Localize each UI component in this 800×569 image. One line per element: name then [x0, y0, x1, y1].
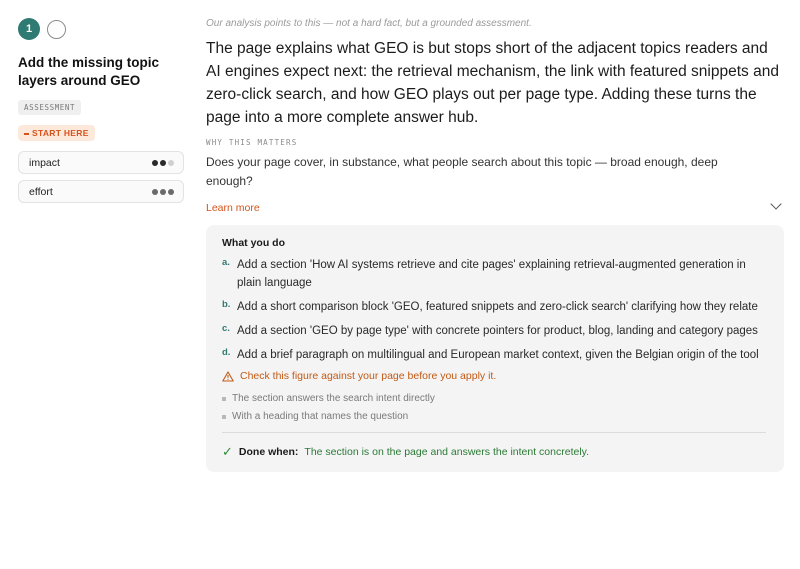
criteria-list: The section answers the search intent di… — [222, 390, 766, 426]
level-dot — [168, 188, 174, 195]
divider — [222, 432, 766, 433]
effort-dots — [152, 188, 174, 195]
impact-dots — [152, 159, 174, 166]
done-when-row: ✓ Done when: The section is on the page … — [222, 444, 766, 460]
step-letter: a. — [222, 257, 230, 268]
impact-meter: impact — [18, 151, 184, 174]
step-text: Add a brief paragraph on multilingual an… — [237, 349, 759, 361]
complete-checkbox[interactable] — [47, 19, 66, 39]
why-text: Does your page cover, in substance, what… — [206, 155, 718, 188]
learn-more-row[interactable]: Learn more — [206, 198, 784, 214]
step-letter: b. — [222, 299, 231, 310]
list-item: With a heading that names the question — [222, 408, 766, 426]
start-here-badge: START HERE — [18, 125, 95, 141]
step-text: Add a section 'GEO by page type' with co… — [237, 325, 758, 337]
criteria-text: The section answers the search intent di… — [232, 393, 435, 404]
why-heading: WHY THIS MATTERS — [206, 138, 298, 147]
meter-label-effort: effort — [29, 185, 53, 198]
step-text: Add a section 'How AI systems retrieve a… — [237, 259, 746, 289]
list-item: c. Add a section 'GEO by page type' with… — [222, 322, 766, 340]
list-item: b. Add a short comparison block 'GEO, fe… — [222, 298, 766, 316]
bullet-icon — [222, 415, 226, 419]
bullet-icon — [222, 397, 226, 401]
assessment-badge: ASSESSMENT — [18, 100, 82, 115]
card-title: Add the missing topic layers around GEO — [18, 55, 160, 88]
start-here-label: START HERE — [32, 128, 89, 138]
level-dot — [160, 159, 166, 166]
lead-paragraph: The page explains what GEO is but stops … — [206, 40, 779, 126]
step-text: Add a short comparison block 'GEO, featu… — [237, 301, 758, 313]
list-item: d. Add a brief paragraph on multilingual… — [222, 346, 766, 364]
action-box-title: What you do — [222, 237, 285, 249]
check-icon: ✓ — [222, 444, 233, 459]
action-box: What you do a. Add a section 'How AI sys… — [206, 225, 784, 472]
done-label: Done when: — [238, 446, 299, 458]
step-header: 1 — [18, 18, 184, 40]
step-number-badge: 1 — [18, 18, 40, 40]
detail-panel: Our analysis points to this — not a hard… — [206, 18, 784, 472]
meter-label-impact: impact — [29, 156, 60, 169]
warning-text: Check this figure against your page befo… — [240, 370, 497, 382]
warning-note: Check this figure against your page befo… — [222, 370, 766, 382]
criteria-text: With a heading that names the question — [232, 411, 409, 422]
step-letter: d. — [222, 347, 231, 358]
list-item: a. Add a section 'How AI systems retriev… — [222, 256, 766, 292]
done-text: The section is on the page and answers t… — [304, 446, 590, 458]
level-dot — [168, 159, 174, 166]
chevron-down-icon[interactable] — [770, 198, 782, 210]
warning-icon — [222, 370, 234, 382]
level-dot — [160, 188, 166, 195]
learn-more-link[interactable]: Learn more — [206, 202, 260, 214]
effort-meter: effort — [18, 180, 184, 203]
action-steps: a. Add a section 'How AI systems retriev… — [222, 256, 766, 364]
task-card: 1 Add the missing topic layers around GE… — [18, 18, 184, 203]
assessment-note: Our analysis points to this — not a hard… — [206, 18, 532, 29]
level-dot — [152, 188, 158, 195]
dash-icon — [24, 132, 29, 135]
step-letter: c. — [222, 323, 230, 334]
list-item: The section answers the search intent di… — [222, 390, 766, 408]
level-dot — [152, 159, 158, 166]
